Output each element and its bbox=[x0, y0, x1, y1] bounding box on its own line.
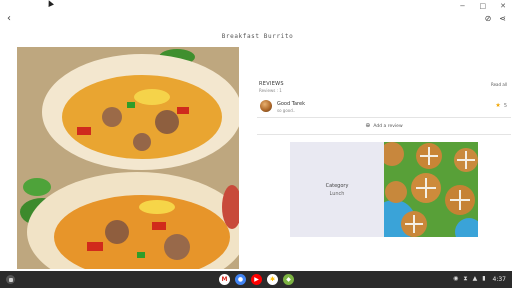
app-bar-actions: ⊘ ⋖ bbox=[485, 14, 506, 24]
rating-value: 5 bbox=[503, 102, 507, 109]
divider bbox=[257, 117, 511, 118]
wifi-icon: ▲ bbox=[472, 275, 478, 282]
burrito-photo bbox=[17, 47, 239, 269]
recipe-title: Breakfast Burrito bbox=[221, 33, 294, 40]
star-icon: ★ bbox=[495, 102, 501, 109]
reviews-section: REVIEWS Reviews : 1 Read all Good Tarek … bbox=[257, 81, 511, 135]
buns-photo bbox=[384, 142, 478, 237]
gmail-icon[interactable]: M bbox=[219, 274, 230, 285]
hide-icon[interactable]: ⊘ bbox=[485, 14, 492, 24]
reviewer-avatar bbox=[260, 100, 272, 112]
system-shelf: M ● ▶ ✱ ◆ ◉ ⧗ ▲ ▮ 4:37 bbox=[0, 271, 512, 288]
read-all-link[interactable]: Read all bbox=[491, 82, 507, 87]
system-tray[interactable]: ◉ ⧗ ▲ ▮ 4:37 bbox=[453, 275, 506, 283]
window-controls: − □ ✕ bbox=[460, 2, 506, 10]
reviews-header: REVIEWS Reviews : 1 Read all bbox=[257, 81, 511, 93]
timer-icon: ⧗ bbox=[463, 275, 468, 282]
category-image[interactable] bbox=[384, 142, 478, 237]
reviews-count: Reviews : 1 bbox=[259, 88, 282, 93]
mouse-cursor bbox=[46, 0, 54, 7]
chrome-icon[interactable]: ● bbox=[235, 274, 246, 285]
clock: 4:37 bbox=[492, 275, 506, 283]
reviews-title: REVIEWS bbox=[259, 81, 284, 87]
android-app-icon[interactable]: ◆ bbox=[283, 274, 294, 285]
review-rating: ★ 5 bbox=[495, 102, 507, 109]
category-label: Category bbox=[325, 182, 349, 189]
review-item[interactable]: Good Tarek so good.. ★ 5 bbox=[257, 99, 511, 117]
reviewer-name: Good Tarek bbox=[277, 101, 305, 107]
reviews-heading-group: REVIEWS Reviews : 1 bbox=[259, 81, 284, 93]
minimize-button[interactable]: − bbox=[460, 2, 466, 10]
review-text: so good.. bbox=[277, 108, 296, 113]
add-review-button[interactable]: ⊕ Add a review bbox=[257, 123, 511, 129]
app-window: − □ ✕ ‹ ⊘ ⋖ Breakfast Burrito REVIEWS Re… bbox=[0, 0, 512, 288]
youtube-icon[interactable]: ▶ bbox=[251, 274, 262, 285]
divider bbox=[257, 134, 511, 135]
back-button[interactable]: ‹ bbox=[7, 13, 11, 25]
category-card[interactable]: Category Lunch bbox=[290, 142, 384, 237]
photos-icon[interactable]: ✱ bbox=[267, 274, 278, 285]
launcher-button[interactable] bbox=[6, 275, 15, 284]
battery-icon: ▮ bbox=[482, 275, 486, 282]
shelf-apps: M ● ▶ ✱ ◆ bbox=[219, 274, 294, 285]
recipe-image bbox=[17, 47, 239, 269]
add-review-label: Add a review bbox=[373, 123, 403, 129]
close-button[interactable]: ✕ bbox=[500, 2, 506, 10]
screen-record-icon: ◉ bbox=[453, 275, 459, 282]
share-icon[interactable]: ⋖ bbox=[499, 14, 506, 24]
add-review-icon: ⊕ bbox=[365, 122, 371, 129]
category-value: Lunch bbox=[329, 190, 345, 197]
maximize-button[interactable]: □ bbox=[480, 2, 487, 10]
app-bar: ‹ ⊘ ⋖ bbox=[0, 11, 512, 29]
